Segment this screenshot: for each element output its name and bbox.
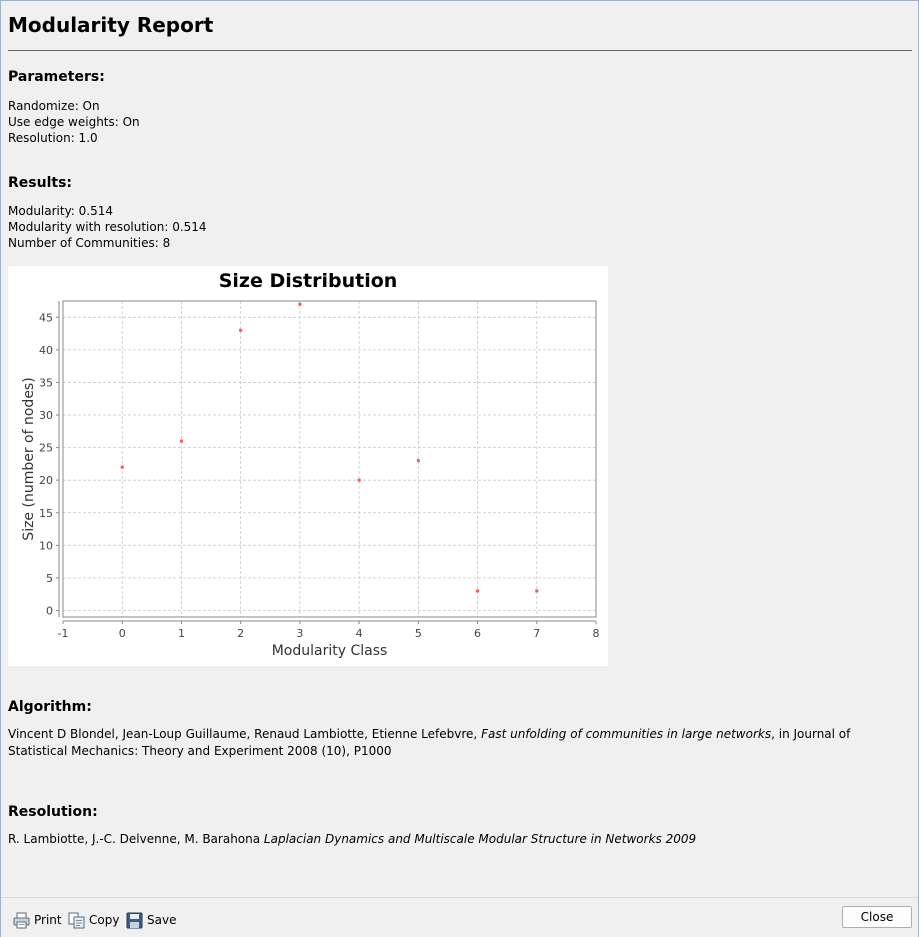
- x-tick-label: 0: [119, 627, 126, 640]
- size-distribution-chart: Size Distribution -1 0 1 2 3 4 5 6 7 8 0 5 10 15 20 25 30…: [8, 266, 608, 666]
- print-button[interactable]: Print: [13, 911, 62, 929]
- save-label: Save: [147, 913, 177, 927]
- close-button[interactable]: Close: [842, 906, 912, 928]
- x-tick-label: 2: [237, 627, 244, 640]
- y-tick-label: 25: [39, 442, 53, 455]
- param-resolution: Resolution: 1.0: [8, 131, 98, 145]
- printer-icon: [13, 912, 30, 929]
- copy-button[interactable]: Copy: [68, 911, 119, 929]
- data-point: [416, 459, 420, 463]
- data-point: [535, 589, 539, 593]
- param-randomize: Randomize: On: [8, 99, 100, 113]
- title-divider: [8, 50, 912, 51]
- data-point: [120, 465, 124, 469]
- x-tick-label: 5: [415, 627, 422, 640]
- y-tick-label: 45: [39, 311, 53, 324]
- resolution-authors: R. Lambiotte, J.-C. Delvenne, M. Barahon…: [8, 832, 264, 846]
- data-point: [179, 439, 183, 443]
- data-point: [476, 589, 480, 593]
- resolution-paper-title: Laplacian Dynamics and Multiscale Modula…: [263, 832, 697, 846]
- data-point: [357, 478, 361, 482]
- results-heading: Results:: [8, 175, 72, 191]
- result-modularity: Modularity: 0.514: [8, 204, 114, 218]
- y-tick-label: 40: [39, 344, 53, 357]
- y-tick-label: 15: [39, 507, 53, 520]
- chart-svg: Size Distribution-1 0 1 2 3 4 5 6 7 8051015202530…: [21, 270, 600, 659]
- chart-title: Size Distribution: [219, 270, 398, 292]
- x-tick-label: 1: [178, 627, 185, 640]
- x-tick-label: -1: [58, 627, 69, 640]
- print-label: Print: [34, 913, 62, 927]
- y-tick-label: 35: [39, 376, 53, 389]
- copy-icon: [68, 912, 85, 929]
- param-edge-weights: Use edge weights: On: [8, 115, 140, 129]
- algorithm-heading: Algorithm:: [8, 699, 92, 715]
- algorithm-paper-title: Fast unfolding of communities in large n…: [481, 727, 772, 741]
- algorithm-authors: Vincent D Blondel, Jean-Loup Guillaume, …: [8, 727, 482, 741]
- y-tick-label: 10: [39, 539, 53, 552]
- y-tick-label: 0: [46, 604, 53, 617]
- copy-label: Copy: [89, 913, 120, 927]
- save-button[interactable]: Save: [126, 911, 176, 929]
- dialog-footer: Print Copy Save Close: [1, 897, 918, 937]
- y-tick-label: 30: [39, 409, 53, 422]
- y-tick-label: 5: [46, 572, 53, 585]
- plot-area: [63, 301, 596, 617]
- x-tick-label: 7: [533, 627, 540, 640]
- report-window: Modularity Report Parameters: Randomize:…: [0, 0, 919, 937]
- resolution-citation: R. Lambiotte, J.-C. Delvenne, M. Barahon…: [8, 831, 913, 848]
- x-tick-label: 6: [474, 627, 481, 640]
- floppy-disk-icon: [126, 912, 143, 929]
- x-tick-label: 3: [296, 627, 303, 640]
- x-tick-label: 4: [356, 627, 363, 640]
- parameters-heading: Parameters:: [8, 69, 105, 85]
- result-modularity-resolution: Modularity with resolution: 0.514: [8, 220, 207, 234]
- x-axis-label: Modularity Class: [272, 643, 388, 659]
- x-tick-label: 8: [593, 627, 600, 640]
- y-tick-label: 20: [39, 474, 53, 487]
- result-communities: Number of Communities: 8: [8, 236, 171, 250]
- data-point: [239, 328, 243, 332]
- report-title: Modularity Report: [8, 13, 214, 37]
- algorithm-citation: Vincent D Blondel, Jean-Loup Guillaume, …: [8, 726, 913, 760]
- data-point: [298, 302, 302, 306]
- report-content: Modularity Report Parameters: Randomize:…: [1, 1, 918, 896]
- resolution-heading: Resolution:: [8, 804, 98, 820]
- y-axis-label: Size (number of nodes): [21, 377, 37, 540]
